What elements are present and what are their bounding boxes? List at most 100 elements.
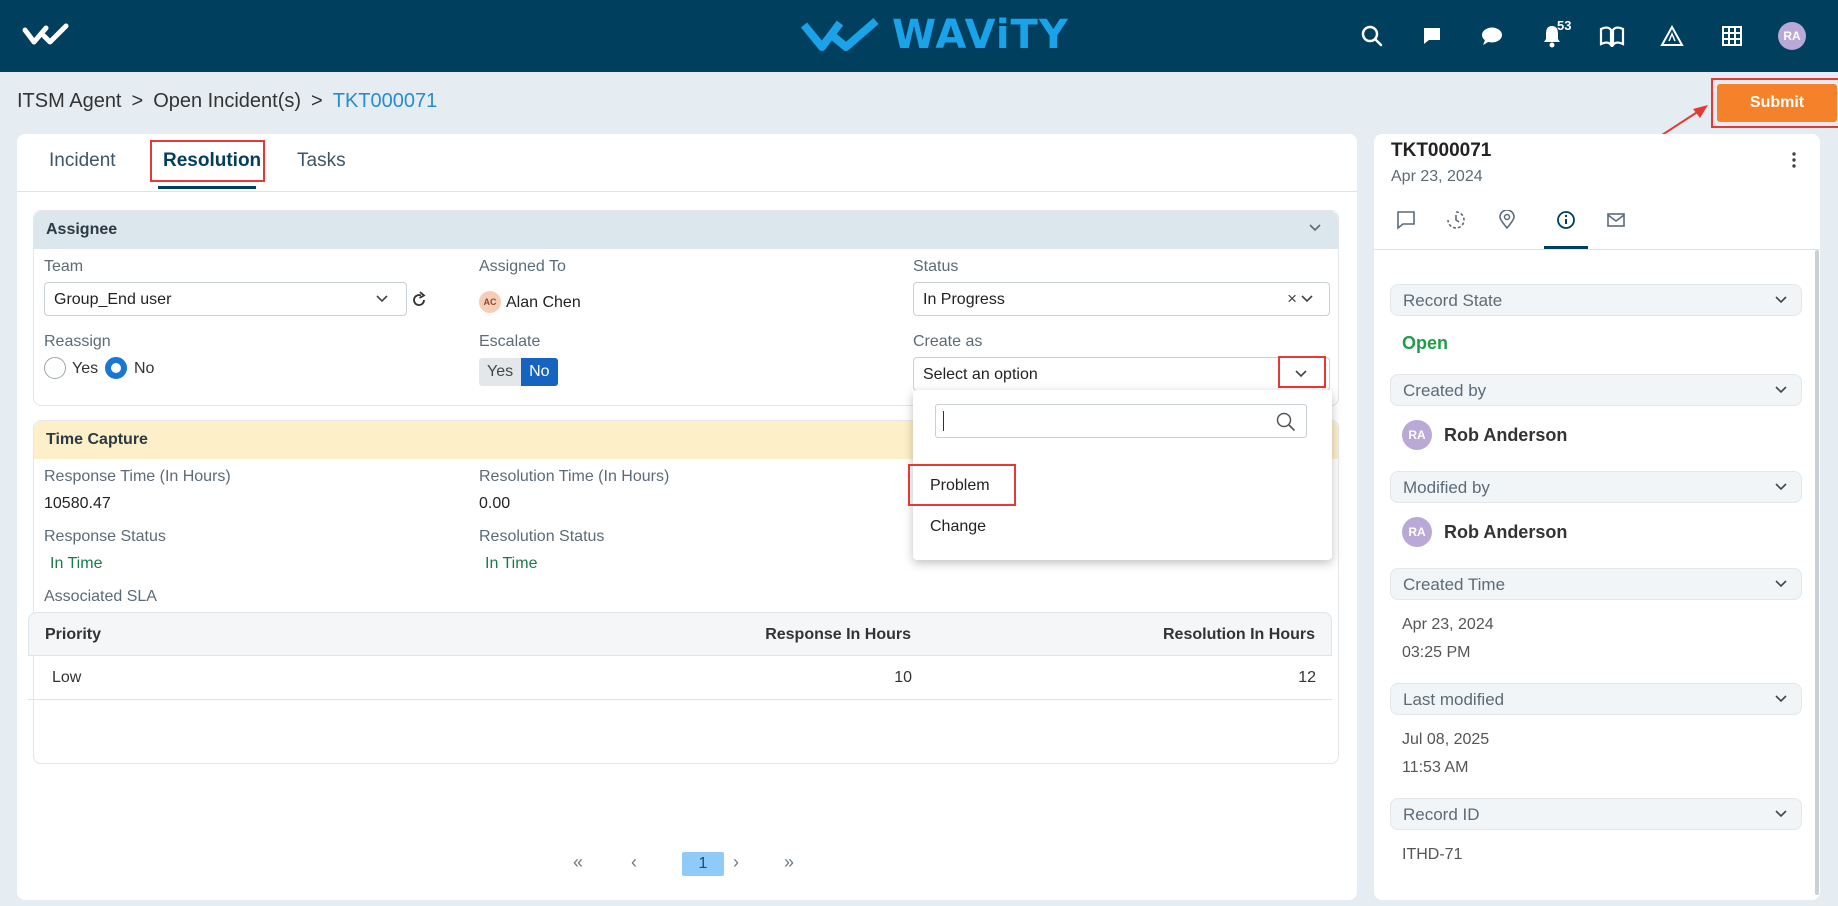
created-by-user: RA Rob Anderson [1402,420,1567,450]
create-as-placeholder: Select an option [923,366,1038,383]
pagination: « ‹ 1 › » [17,852,1357,878]
chevron-down-icon [376,295,388,303]
reassign-no-label: No [134,360,155,377]
last-modified-label: Last modified [1403,690,1505,709]
created-by-name: Rob Anderson [1444,424,1568,445]
prev-page-icon[interactable]: ‹ [631,852,637,873]
last-page-icon[interactable]: » [784,852,794,873]
user-avatar[interactable]: RA [1762,16,1822,56]
record-state-card[interactable]: Record State [1390,284,1802,316]
ticket-date: Apr 23, 2024 [1391,168,1483,185]
assignee-avatar: AC [479,291,501,313]
avatar: RA [1402,517,1432,547]
option-change[interactable]: Change [930,518,986,536]
search-icon[interactable] [1342,16,1402,56]
text-cursor [943,411,944,431]
assigned-to-label: Assigned To [479,258,566,275]
clear-icon[interactable]: × [1287,289,1297,309]
last-modified-card[interactable]: Last modified [1390,683,1802,715]
escalate-no-option[interactable]: No [521,358,558,386]
tab-active-indicator [158,186,256,189]
tab-tasks[interactable]: Tasks [297,150,346,172]
history-icon[interactable] [1444,208,1468,232]
comments-icon[interactable] [1394,208,1418,232]
info-icon[interactable] [1554,208,1578,232]
created-by-label: Created by [1403,381,1487,400]
column-header-resolution: Resolution In Hours [1163,626,1315,643]
side-tab-bar [1374,198,1820,250]
brand-check-icon [800,17,879,51]
created-by-card[interactable]: Created by [1390,374,1802,406]
reassign-yes-radio[interactable] [44,357,66,379]
section-title: Time Capture [46,431,148,448]
chat-bubble-icon[interactable] [1402,16,1462,56]
chevron-down-icon [1775,386,1787,394]
reassign-no-radio[interactable] [105,357,127,379]
scrollbar[interactable] [1815,250,1819,895]
created-time: 03:25 PM [1402,644,1471,661]
status-label: Status [913,258,959,275]
create-as-select[interactable]: Select an option [913,357,1330,391]
assignee-section-header[interactable]: Assignee [34,211,1338,249]
tab-bar: Incident Resolution Tasks [17,134,1357,192]
escalate-toggle[interactable]: Yes No [479,358,558,386]
avatar: RA [1402,420,1432,450]
apps-grid-icon[interactable] [1702,16,1762,56]
tab-incident[interactable]: Incident [49,150,116,172]
submit-highlight-box: Submit [1711,78,1838,128]
chevron-down-icon [1775,695,1787,703]
breadcrumb-item-itsm-agent[interactable]: ITSM Agent [17,90,122,113]
refresh-icon[interactable] [410,291,428,309]
more-options-icon[interactable] [1792,152,1796,168]
response-status-label: Response Status [44,528,166,545]
team-value: Group_End user [54,291,172,308]
home-logo-icon[interactable] [22,22,72,48]
details-side-panel: TKT000071 Apr 23, 2024 Record State Open… [1374,134,1820,900]
chevron-down-icon [1775,483,1787,491]
alert-triangle-icon[interactable] [1642,16,1702,56]
escalate-yes-option[interactable]: Yes [479,358,522,386]
created-time-card[interactable]: Created Time [1390,568,1802,600]
dropdown-search-input[interactable] [935,404,1307,438]
breadcrumb-separator: > [311,90,323,112]
messages-icon[interactable] [1462,16,1522,56]
chevron-down-icon[interactable] [1308,223,1322,233]
create-as-label: Create as [913,333,983,350]
section-title: Assignee [46,221,118,238]
option-problem-highlight [908,464,1016,506]
first-page-icon[interactable]: « [573,852,583,873]
modified-by-card[interactable]: Modified by [1390,471,1802,503]
record-id-value: ITHD-71 [1402,846,1463,863]
breadcrumb-item-open-incidents[interactable]: Open Incident(s) [153,90,301,113]
status-value: In Progress [923,291,1005,308]
mail-icon[interactable] [1604,208,1628,232]
created-time-label: Created Time [1403,575,1506,594]
book-icon[interactable] [1582,16,1642,56]
modified-date: Jul 08, 2025 [1402,731,1490,748]
table-header: Priority Response In Hours Resolution In… [28,612,1332,656]
current-page[interactable]: 1 [682,852,724,876]
record-id-card[interactable]: Record ID [1390,798,1802,830]
breadcrumb-current: TKT000071 [332,90,438,112]
brand-logo: WAViTY [800,12,1069,58]
column-header-response: Response In Hours [765,626,911,643]
brand-name: WAViTY [892,12,1069,58]
location-settings-icon[interactable] [1495,208,1519,232]
tab-highlight-box [150,140,265,182]
ticket-id: TKT000071 [1391,140,1492,161]
resolution-hours-cell: 12 [1298,669,1316,686]
team-select[interactable]: Group_End user [44,282,407,316]
reassign-label: Reassign [44,333,111,350]
bell-icon[interactable]: 53 [1522,16,1582,56]
assignee-name: Alan Chen [506,294,581,311]
next-page-icon[interactable]: › [733,852,739,873]
modified-by-name: Rob Anderson [1444,521,1568,542]
chevron-down-icon [1301,295,1313,303]
avatar: RA [1778,22,1806,50]
record-id-label: Record ID [1403,805,1480,824]
escalate-label: Escalate [479,333,541,350]
column-header-priority: Priority [45,626,102,643]
status-select[interactable]: In Progress × [913,282,1330,316]
submit-button[interactable]: Submit [1717,84,1837,122]
top-bar: WAViTY 53 RA [0,0,1838,72]
